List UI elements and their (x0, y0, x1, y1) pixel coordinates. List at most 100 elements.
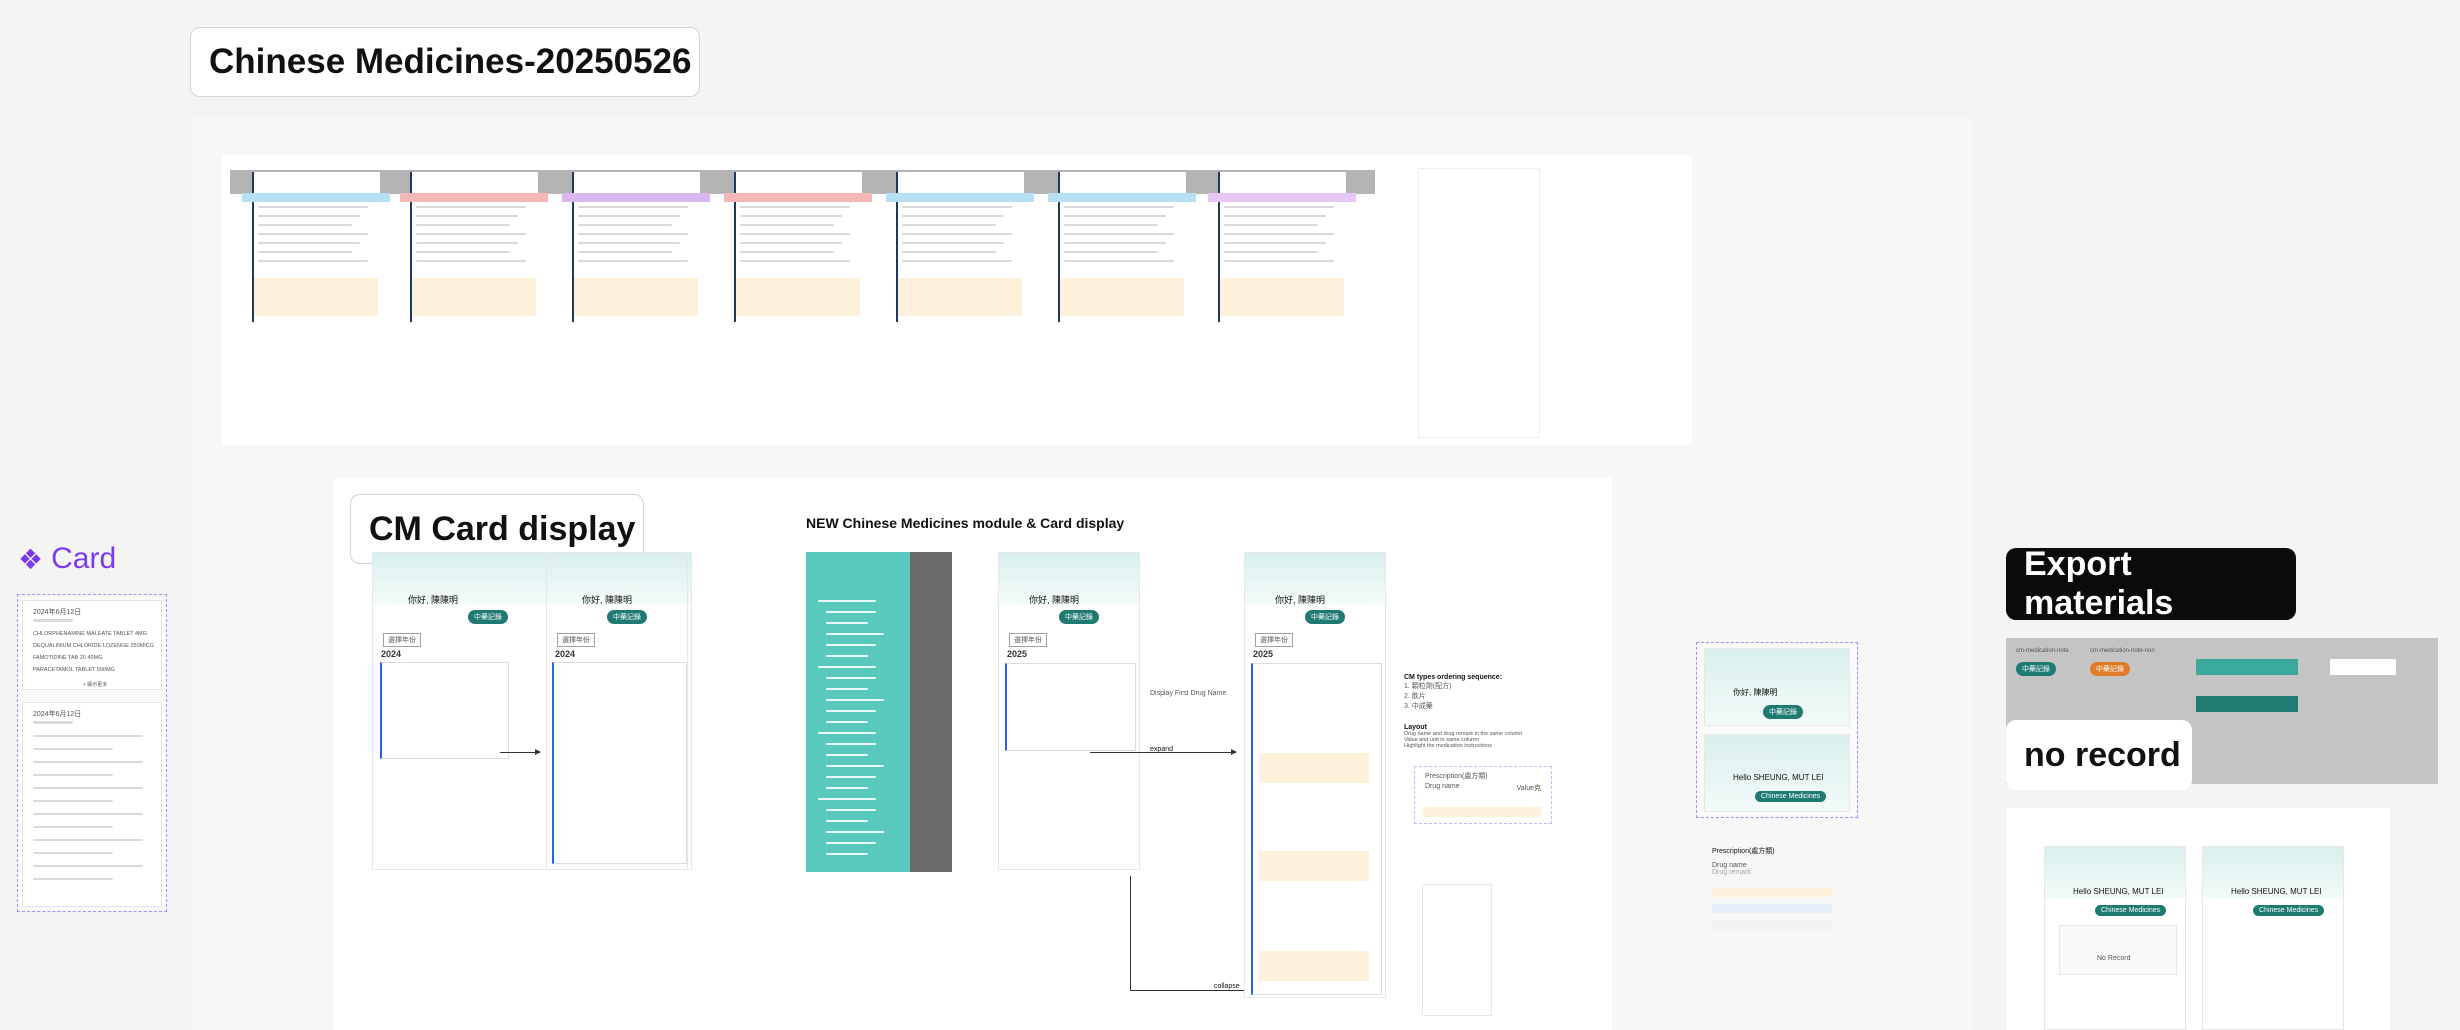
table-header-band (1048, 193, 1196, 202)
table-header-band (400, 193, 548, 202)
drawer-item[interactable] (826, 633, 884, 635)
drawer-item[interactable] (826, 831, 884, 833)
cm-chip[interactable]: 中藥記錄 (1305, 610, 1345, 624)
expand-arrow (1090, 749, 1237, 755)
drawer-item[interactable] (818, 666, 876, 668)
layout-notes: Layout Drug name and drug remark in the … (1404, 724, 1522, 749)
phone-new-collapsed[interactable]: 你好, 陳陳明 中藥記錄 選擇年份 2025 (998, 552, 1140, 870)
old-card-list-2 (552, 662, 687, 864)
card-item: CHLORPHENAMINE MALEATE TABLET 4MG (33, 631, 147, 637)
export-tag: cm-medication-note-non (2090, 648, 2155, 654)
expanded-card[interactable] (1251, 663, 1382, 995)
drawer-item[interactable] (826, 611, 876, 613)
card-item: PARACETAMOL TABLET 500MG (33, 667, 115, 673)
table-row (1224, 215, 1326, 217)
phone-new-expanded[interactable]: 你好, 陳陳明 中藥記錄 選擇年份 2025 (1244, 552, 1386, 998)
instructions-box (1259, 851, 1369, 881)
no-record-label-box[interactable]: no record (2006, 720, 2192, 790)
instructions-box (1259, 951, 1369, 981)
table-header-band (1208, 193, 1356, 202)
drawer-item[interactable] (826, 754, 868, 756)
drawer-item[interactable] (826, 842, 876, 844)
page-title-box[interactable]: Chinese Medicines-20250526 (190, 27, 700, 97)
drawer-item[interactable] (826, 644, 876, 646)
card-line (33, 878, 113, 880)
ordering-item: 2. 飲片 (1404, 693, 1426, 700)
cm-chip[interactable]: Chinese Medicines (1755, 791, 1827, 802)
spec-instructions (1423, 807, 1541, 817)
new-card[interactable] (1005, 663, 1136, 751)
table-row (740, 206, 850, 208)
drawer-item[interactable] (818, 600, 876, 602)
table-row (258, 242, 360, 244)
card-line (33, 748, 113, 750)
card-variant-collapsed[interactable]: 2024年6月12日 CHLORPHENAMINE MALEATE TABLET… (22, 600, 162, 690)
cm-chip[interactable]: Chinese Medicines (2253, 905, 2325, 916)
drawer-item[interactable] (826, 622, 868, 624)
flow-arrow (500, 749, 541, 755)
year-label: 2024 (555, 649, 576, 659)
table-header-band (562, 193, 710, 202)
card-line (33, 852, 113, 854)
drawer-item[interactable] (826, 677, 876, 679)
drawer-item[interactable] (826, 787, 868, 789)
drawer-item[interactable] (826, 710, 876, 712)
drawer-item[interactable] (826, 776, 876, 778)
drawer-item[interactable] (826, 809, 876, 811)
export-white-bar (2330, 659, 2396, 675)
drawer-item[interactable] (826, 721, 868, 723)
table-row (1064, 206, 1174, 208)
ordering-item: 3. 中成藥 (1404, 703, 1433, 710)
table-row (740, 215, 842, 217)
old-card-list-1 (380, 662, 509, 759)
drawer-item[interactable] (818, 732, 876, 734)
cm-chip[interactable]: 中藥記錄 (1763, 705, 1803, 719)
export-label-box[interactable]: Export materials (2006, 545, 2296, 622)
drawer-item[interactable] (826, 853, 868, 855)
export-chip-teal[interactable]: 中藥記錄 (2016, 662, 2056, 676)
greeting: 你好, 陳陳明 (1733, 688, 1778, 697)
chip-variant-1[interactable]: 你好, 陳陳明 中藥記錄 (1704, 648, 1850, 726)
cm-chip[interactable]: 中藥記錄 (468, 610, 508, 624)
table-row (1224, 260, 1334, 262)
select-year[interactable]: 選擇年份 (383, 633, 421, 647)
drawer-item[interactable] (826, 699, 884, 701)
export-chip-orange[interactable]: 中藥記錄 (2090, 662, 2130, 676)
greeting: Hello SHEUNG, MUT LEI (2231, 887, 2322, 896)
prescription-spec: Prescription(處方類) Drug name Value克 (1414, 766, 1552, 824)
cm-chip[interactable]: Chinese Medicines (2095, 905, 2167, 916)
card-date: 2024年6月12日 (33, 711, 82, 718)
drawer-item[interactable] (818, 798, 876, 800)
select-year[interactable]: 選擇年份 (1255, 633, 1293, 647)
drawer-item[interactable] (826, 765, 884, 767)
phone-no-record[interactable]: Hello SHEUNG, MUT LEI Chinese Medicines … (2044, 846, 2186, 1030)
spec-remark: Drug remark (1712, 869, 1751, 876)
card-line (33, 774, 113, 776)
cm-card-label: CM Card display (369, 509, 636, 548)
cm-chip[interactable]: 中藥記錄 (1059, 610, 1099, 624)
table-header-band (886, 193, 1034, 202)
card-expand-link[interactable]: + 顯示更多 (83, 681, 107, 688)
spec-title: Prescription(處方類) (1712, 848, 1775, 855)
cm-chip[interactable]: 中藥記錄 (607, 610, 647, 624)
export-tag: cm-medication-note (2016, 648, 2069, 654)
drawer-item[interactable] (826, 820, 868, 822)
drawer-item[interactable] (826, 688, 868, 690)
table-row (258, 224, 352, 226)
export-label: Export materials (2024, 545, 2174, 622)
drawer-item[interactable] (826, 743, 876, 745)
year-label: 2025 (1007, 649, 1028, 659)
phone-no-record-year[interactable]: Hello SHEUNG, MUT LEI Chinese Medicines (2202, 846, 2344, 1030)
no-record-text: No Record (2097, 955, 2131, 962)
chip-variant-2[interactable]: Hello SHEUNG, MUT LEI Chinese Medicines (1704, 734, 1850, 812)
select-year[interactable]: 選擇年份 (557, 633, 595, 647)
table-footer-note (898, 278, 1022, 316)
component-icon: ❖ (18, 543, 44, 575)
table-row (1224, 206, 1334, 208)
drawer-item[interactable] (826, 655, 868, 657)
export-teal-bar (2196, 659, 2298, 675)
select-year[interactable]: 選擇年份 (1009, 633, 1047, 647)
table-footer-note (254, 278, 378, 316)
table-row (902, 224, 996, 226)
card-variant-expanded[interactable]: 2024年6月12日 (22, 702, 162, 907)
